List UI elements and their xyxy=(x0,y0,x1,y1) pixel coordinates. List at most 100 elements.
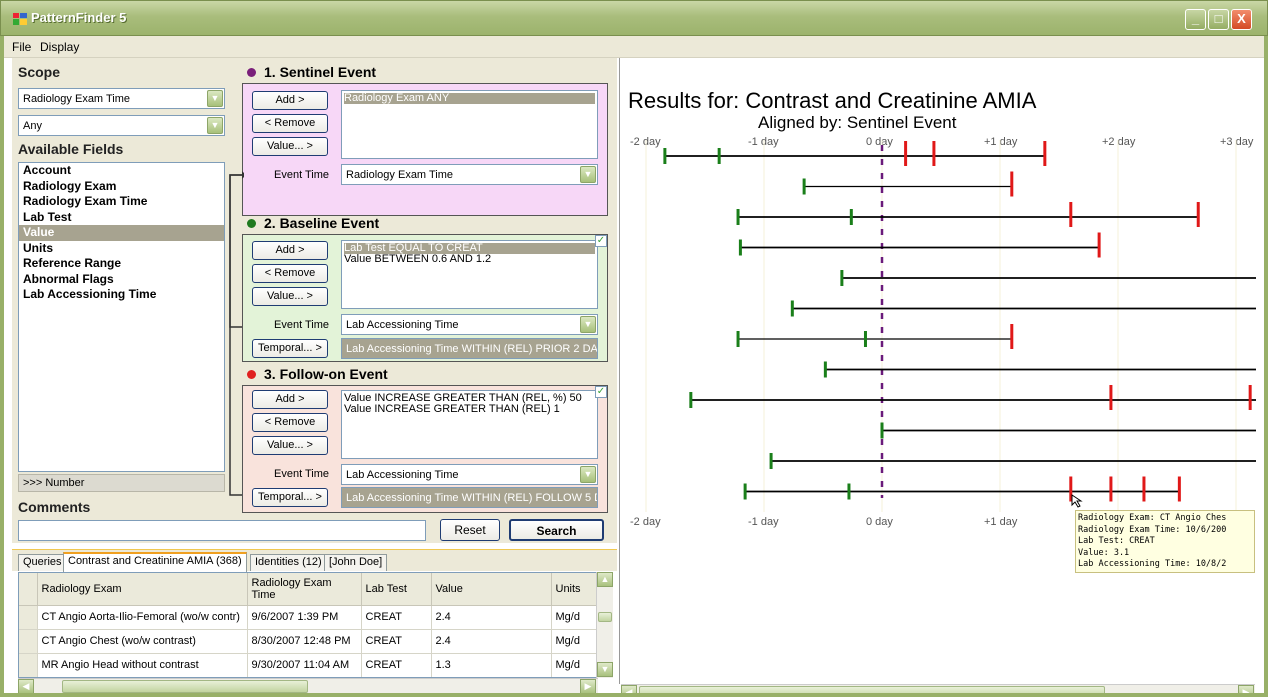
field-item[interactable]: Reference Range xyxy=(19,256,224,272)
tooltip-line: Value: 3.1 xyxy=(1078,547,1130,558)
grid-vertical-scrollbar[interactable]: ▲ ▼ xyxy=(596,572,613,678)
field-item[interactable]: Value xyxy=(19,225,224,241)
cell-radiology-exam-time: 9/30/2007 11:04 AM xyxy=(247,653,362,677)
followon-dot-icon xyxy=(247,370,256,379)
tooltip-line: Lab Test: CREAT xyxy=(1078,536,1155,546)
scroll-left-icon[interactable]: ◀ xyxy=(18,679,34,694)
search-button[interactable]: Search xyxy=(509,519,604,541)
column-header-radiology-exam-time[interactable]: Radiology Exam Time xyxy=(247,573,362,606)
sentinel-event-time-value: Radiology Exam Time xyxy=(346,169,453,181)
number-button[interactable]: >>> Number xyxy=(18,474,225,492)
sentinel-event-time-select[interactable]: Radiology Exam Time ▼ xyxy=(341,164,598,185)
followon-check-icon[interactable]: ✓ xyxy=(595,386,607,398)
row-header-corner xyxy=(19,573,38,606)
baseline-add-button[interactable]: Add > xyxy=(252,241,328,260)
followon-event-box: Add > < Remove Value... > Value INCREASE… xyxy=(242,385,608,513)
baseline-conditions-list[interactable]: Lab Test EQUAL TO CREAT Value BETWEEN 0.… xyxy=(341,240,598,309)
menu-file[interactable]: File xyxy=(12,40,31,54)
followon-conditions-list[interactable]: Value INCREASE GREATER THAN (REL, %) 50 … xyxy=(341,390,598,459)
scroll-thumb[interactable] xyxy=(639,686,1105,697)
baseline-event-time-select[interactable]: Lab Accessioning Time ▼ xyxy=(341,314,598,335)
scope-qualifier-select[interactable]: Any ▼ xyxy=(18,115,225,136)
sentinel-conditions-list[interactable]: Radiology Exam ANY xyxy=(341,90,598,159)
menu-display[interactable]: Display xyxy=(40,40,79,54)
baseline-remove-button[interactable]: < Remove xyxy=(252,264,328,283)
table-row[interactable]: CT Angio Aorta-Ilio-Femoral (wo/w contr)… xyxy=(19,605,597,630)
column-header-units[interactable]: Units xyxy=(551,573,597,606)
close-button[interactable]: X xyxy=(1231,9,1252,30)
cell-radiology-exam-time: 8/30/2007 12:48 PM xyxy=(247,629,362,654)
baseline-value-button[interactable]: Value... > xyxy=(252,287,328,306)
comments-input[interactable] xyxy=(18,520,426,541)
available-fields-list[interactable]: Account Radiology Exam Radiology Exam Time… xyxy=(18,162,225,472)
sentinel-event-time-label: Event Time xyxy=(274,169,330,181)
tab-contrast-creatinine[interactable]: Contrast and Creatinine AMIA (368) xyxy=(63,552,247,572)
field-item[interactable]: Lab Test xyxy=(19,210,224,226)
connector-lines xyxy=(229,171,244,496)
baseline-check-icon[interactable]: ✓ xyxy=(595,235,607,247)
cell-units: Mg/d xyxy=(551,605,597,630)
chart-horizontal-scrollbar[interactable]: ◀ ▶ xyxy=(621,684,1255,697)
condition-item[interactable]: Value INCREASE GREATER THAN (REL) 1 xyxy=(344,404,595,415)
comments-label: Comments xyxy=(18,499,91,515)
scope-label: Scope xyxy=(18,64,61,80)
column-header-value[interactable]: Value xyxy=(431,573,552,606)
table-row[interactable]: CT Angio Chest (wo/w contrast) 8/30/2007… xyxy=(19,629,597,654)
scroll-thumb[interactable] xyxy=(62,680,308,693)
scroll-thumb[interactable] xyxy=(598,612,612,622)
tab-john-doe[interactable]: [John Doe] xyxy=(324,554,388,571)
row-selector[interactable] xyxy=(19,605,38,630)
row-selector[interactable] xyxy=(19,629,38,654)
chevron-down-icon[interactable]: ▼ xyxy=(580,466,596,483)
sentinel-add-button[interactable]: Add > xyxy=(252,91,328,110)
baseline-temporal-field[interactable]: Lab Accessioning Time WITHIN (REL) PRIOR… xyxy=(341,338,598,359)
grid-horizontal-scrollbar[interactable]: ◀ ▶ xyxy=(18,678,598,694)
baseline-dot-icon xyxy=(247,219,256,228)
baseline-temporal-button[interactable]: Temporal... > xyxy=(252,339,328,358)
baseline-temporal-value: Lab Accessioning Time WITHIN (REL) PRIOR… xyxy=(346,343,598,355)
available-fields-label: Available Fields xyxy=(18,141,124,157)
condition-item[interactable]: Value BETWEEN 0.6 AND 1.2 xyxy=(344,254,595,265)
tab-identities[interactable]: Identities (12) xyxy=(250,554,327,571)
sentinel-remove-button[interactable]: < Remove xyxy=(252,114,328,133)
table-row[interactable]: MR Angio Head without contrast 9/30/2007… xyxy=(19,653,597,677)
tab-queries[interactable]: Queries xyxy=(18,554,67,571)
followon-add-button[interactable]: Add > xyxy=(252,390,328,409)
reset-button[interactable]: Reset xyxy=(440,519,500,541)
minimize-button[interactable]: _ xyxy=(1185,9,1206,30)
field-item[interactable]: Radiology Exam xyxy=(19,179,224,195)
field-item[interactable]: Radiology Exam Time xyxy=(19,194,224,210)
column-header-lab-test[interactable]: Lab Test xyxy=(361,573,432,606)
followon-event-time-select[interactable]: Lab Accessioning Time ▼ xyxy=(341,464,598,485)
chevron-down-icon[interactable]: ▼ xyxy=(580,166,596,183)
followon-temporal-field[interactable]: Lab Accessioning Time WITHIN (REL) FOLLO… xyxy=(341,487,598,508)
field-item[interactable]: Lab Accessioning Time xyxy=(19,287,224,303)
cell-value: 1.3 xyxy=(431,653,552,677)
followon-value-button[interactable]: Value... > xyxy=(252,436,328,455)
field-item[interactable]: Account xyxy=(19,163,224,179)
scroll-down-icon[interactable]: ▼ xyxy=(597,662,613,677)
chevron-down-icon[interactable]: ▼ xyxy=(207,117,223,134)
results-grid[interactable]: Radiology Exam Radiology Exam Time Lab T… xyxy=(18,572,598,678)
results-title: Results for: Contrast and Creatinine AMI… xyxy=(628,88,1037,113)
scroll-right-icon[interactable]: ▶ xyxy=(1238,685,1254,697)
followon-temporal-button[interactable]: Temporal... > xyxy=(252,488,328,507)
followon-remove-button[interactable]: < Remove xyxy=(252,413,328,432)
column-header-radiology-exam[interactable]: Radiology Exam xyxy=(37,573,248,606)
chevron-down-icon[interactable]: ▼ xyxy=(207,90,223,107)
sentinel-value-button[interactable]: Value... > xyxy=(252,137,328,156)
maximize-button[interactable]: □ xyxy=(1208,9,1229,30)
field-item[interactable]: Abnormal Flags xyxy=(19,272,224,288)
scroll-right-icon[interactable]: ▶ xyxy=(580,679,596,694)
title-bar: PatternFinder 5 _ □ X xyxy=(0,0,1268,36)
scope-field-select[interactable]: Radiology Exam Time ▼ xyxy=(18,88,225,109)
timeline-chart[interactable] xyxy=(620,140,1256,520)
scroll-left-icon[interactable]: ◀ xyxy=(621,685,637,697)
sentinel-event-box: Add > < Remove Value... > Radiology Exam… xyxy=(242,83,608,216)
row-selector[interactable] xyxy=(19,653,38,677)
condition-item[interactable]: Radiology Exam ANY xyxy=(344,93,595,104)
field-item[interactable]: Units xyxy=(19,241,224,257)
chevron-down-icon[interactable]: ▼ xyxy=(580,316,596,333)
scroll-up-icon[interactable]: ▲ xyxy=(597,572,613,587)
event-tooltip: Radiology Exam: CT Angio Ches Radiology E… xyxy=(1075,510,1255,573)
